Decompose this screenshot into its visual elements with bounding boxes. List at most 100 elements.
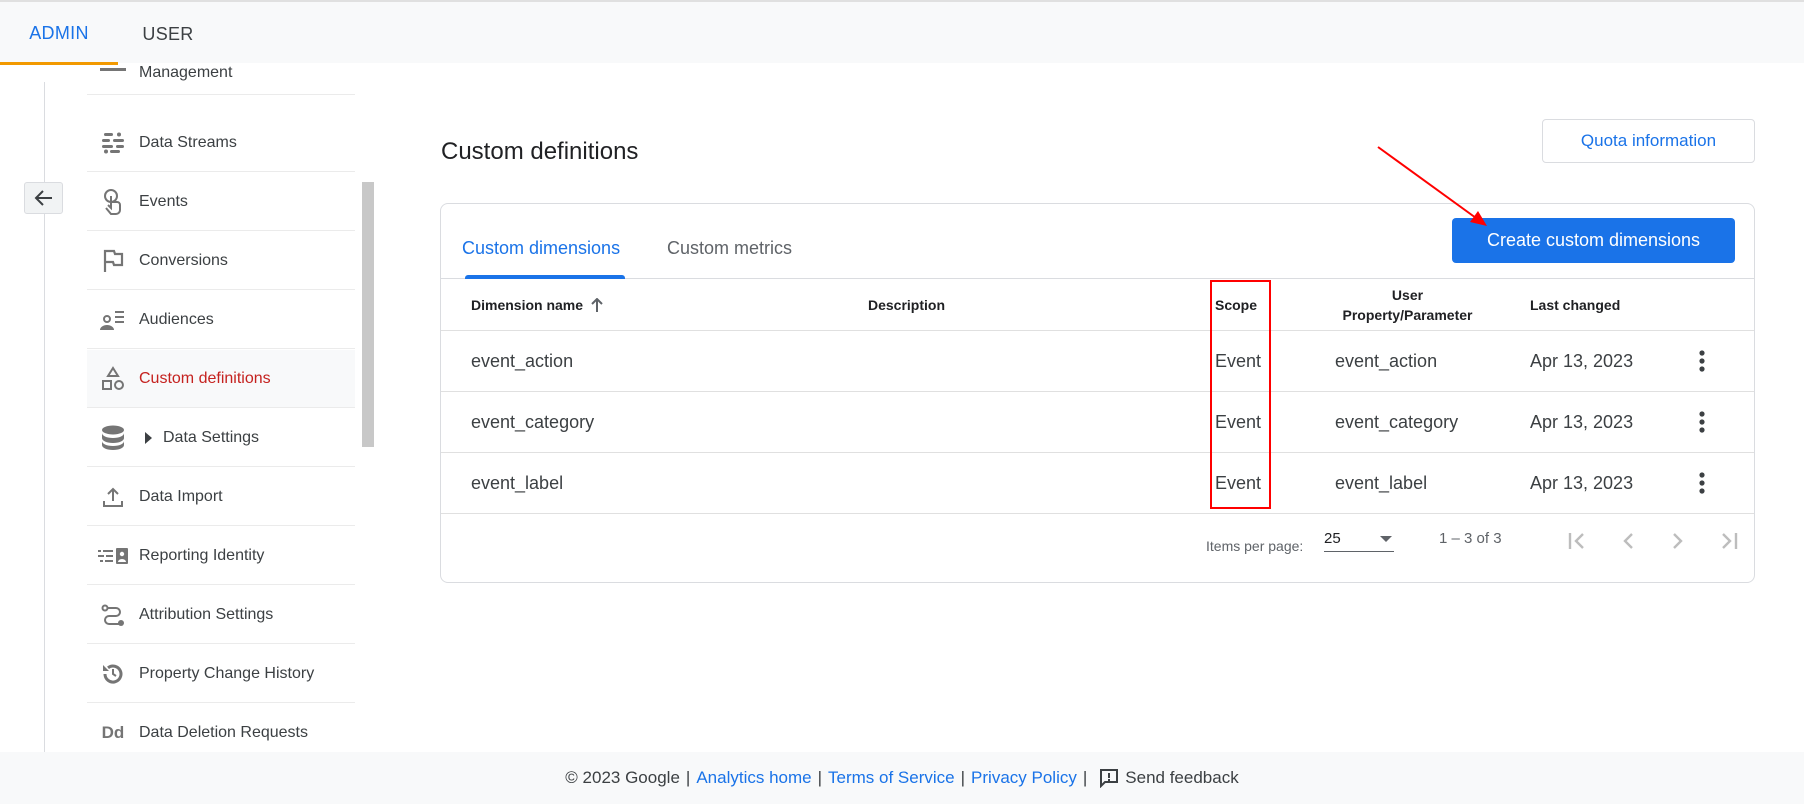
first-page-button[interactable] — [1563, 526, 1593, 556]
separator: | — [960, 768, 966, 787]
terms-of-service-link[interactable]: Terms of Service — [828, 768, 955, 788]
sidebar-item-label: Custom definitions — [139, 369, 271, 387]
items-per-page-select[interactable]: 25 — [1324, 522, 1394, 552]
privacy-policy-link[interactable]: Privacy Policy — [971, 768, 1077, 788]
more-vert-icon — [1699, 411, 1705, 433]
cell-last-changed: Apr 13, 2023 — [1530, 472, 1634, 493]
sidebar-item-data-deletion-requests[interactable]: Dd Data Deletion Requests — [87, 704, 355, 752]
sidebar-item-data-streams[interactable]: Data Streams — [87, 114, 355, 172]
cell-scope: Event — [1215, 350, 1262, 371]
table-header: Dimension name Description Scope User Pr… — [441, 279, 1754, 331]
cell-parameter: event_label — [1335, 472, 1428, 493]
collapse-back-button[interactable] — [24, 182, 63, 214]
first-page-icon — [1568, 533, 1584, 549]
upload-icon — [87, 486, 139, 508]
sidebar-item-reporting-identity[interactable]: Reporting Identity — [87, 527, 355, 585]
shapes-icon — [87, 365, 139, 392]
arrow-left-icon — [34, 190, 52, 206]
column-label: User — [1391, 287, 1424, 303]
tab-admin[interactable]: ADMIN — [0, 4, 118, 65]
sidebar-item-property-change-history[interactable]: Property Change History — [87, 645, 355, 703]
page-range: 1 – 3 of 3 — [1439, 530, 1502, 547]
cell-dimension-name: event_action — [471, 350, 574, 371]
sidebar-item-events[interactable]: Events — [87, 173, 355, 231]
history-icon — [87, 662, 139, 686]
more-options-button[interactable] — [1699, 331, 1705, 391]
cell-scope: Event — [1215, 411, 1262, 432]
more-options-button[interactable] — [1699, 392, 1705, 452]
cell-scope: Event — [1215, 472, 1262, 493]
flag-icon — [87, 249, 139, 273]
sidebar-item-management[interactable]: Management — [87, 63, 355, 95]
tab-user[interactable]: USER — [118, 4, 218, 65]
sidebar-item-label: Management — [139, 63, 233, 81]
more-vert-icon — [1699, 472, 1705, 494]
column-label: Property/Parameter — [1342, 307, 1473, 323]
page-title: Custom definitions — [441, 138, 639, 165]
copyright-text: © 2023 Google — [565, 768, 680, 787]
attribution-icon — [87, 604, 139, 626]
previous-page-button[interactable] — [1613, 526, 1643, 556]
tab-custom-metrics[interactable]: Custom metrics — [667, 238, 792, 259]
reporting-identity-icon — [87, 547, 139, 564]
items-per-page-value: 25 — [1324, 530, 1341, 547]
column-dimension-name[interactable]: Dimension name — [471, 279, 603, 331]
sidebar-item-data-settings[interactable]: Data Settings — [87, 409, 355, 467]
items-per-page-label: Items per page: — [1206, 538, 1304, 554]
sidebar-item-custom-definitions[interactable]: Custom definitions — [87, 350, 355, 408]
table-row[interactable]: event_category Event event_category Apr … — [441, 392, 1754, 453]
audience-icon — [87, 310, 139, 330]
cell-last-changed: Apr 13, 2023 — [1530, 411, 1634, 432]
create-custom-dimensions-button[interactable]: Create custom dimensions — [1452, 218, 1735, 263]
more-options-button[interactable] — [1699, 453, 1705, 513]
sidebar-item-label: Property Change History — [139, 664, 315, 682]
cell-dimension-name: event_label — [471, 472, 564, 493]
sidebar-item-label: Data Streams — [139, 133, 237, 151]
column-label: Scope — [1215, 297, 1258, 313]
cell-parameter: event_action — [1335, 350, 1438, 371]
sidebar-item-label: Data Import — [139, 487, 223, 505]
database-icon — [87, 425, 139, 451]
sidebar-item-audiences[interactable]: Audiences — [87, 291, 355, 349]
arrow-up-icon — [591, 298, 603, 312]
definition-tabs: Custom dimensions Custom metrics Create … — [441, 204, 1754, 279]
sidebar-item-label: Events — [139, 192, 188, 210]
column-label: Dimension name — [471, 297, 584, 313]
top-tab-bar: ADMIN USER — [0, 0, 1804, 65]
analytics-home-link[interactable]: Analytics home — [696, 768, 811, 788]
expand-caret-icon[interactable] — [145, 431, 152, 444]
custom-definitions-card: Custom dimensions Custom metrics Create … — [440, 203, 1755, 583]
last-page-button[interactable] — [1713, 526, 1743, 556]
last-page-icon — [1722, 533, 1738, 549]
chevron-left-icon — [1623, 533, 1633, 549]
separator: | — [1082, 768, 1088, 787]
table-row[interactable]: event_action Event event_action Apr 13, … — [441, 331, 1754, 392]
sidebar-item-label: Data Deletion Requests — [139, 724, 308, 741]
quota-information-button[interactable]: Quota information — [1542, 119, 1755, 163]
sidebar-item-label: Conversions — [139, 251, 228, 269]
dropdown-arrow-icon — [1380, 536, 1392, 542]
dd-icon: Dd — [87, 723, 139, 743]
send-feedback-label: Send feedback — [1125, 768, 1239, 787]
management-icon — [87, 67, 139, 78]
sidebar-item-conversions[interactable]: Conversions — [87, 232, 355, 290]
column-description: Description — [868, 279, 945, 331]
cell-parameter: event_category — [1335, 411, 1459, 432]
column-last-changed: Last changed — [1530, 279, 1620, 331]
send-feedback-button[interactable]: Send feedback — [1099, 768, 1239, 788]
cell-last-changed: Apr 13, 2023 — [1530, 350, 1634, 371]
sidebar-item-data-import[interactable]: Data Import — [87, 468, 355, 526]
paginator: Items per page: 25 1 – 3 of 3 — [441, 514, 1754, 564]
sidebar-item-attribution-settings[interactable]: Attribution Settings — [87, 586, 355, 644]
tab-custom-dimensions[interactable]: Custom dimensions — [462, 238, 620, 259]
data-streams-icon — [87, 132, 139, 154]
dd-glyph: Dd — [101, 723, 125, 742]
next-page-button[interactable] — [1663, 526, 1693, 556]
sidebar-item-label: Reporting Identity — [139, 546, 265, 564]
column-label: Last changed — [1530, 297, 1621, 313]
touch-icon — [87, 188, 139, 216]
column-label: Description — [868, 297, 946, 313]
sidebar-scrollbar[interactable] — [362, 182, 374, 447]
sidebar-item-label: Attribution Settings — [139, 605, 274, 623]
table-row[interactable]: event_label Event event_label Apr 13, 20… — [441, 453, 1754, 514]
